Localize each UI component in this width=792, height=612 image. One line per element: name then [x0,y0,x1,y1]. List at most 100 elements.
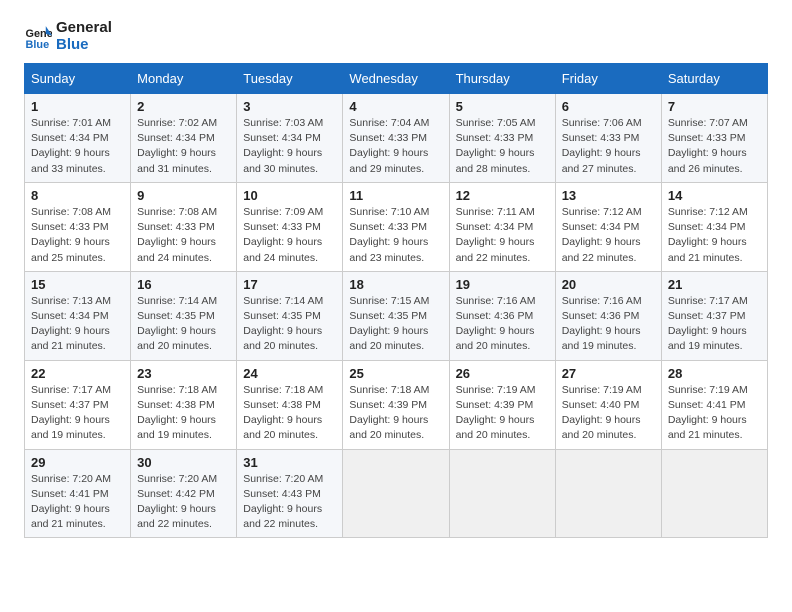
daylight-label: Daylight: 9 hours and 30 minutes. [243,147,322,174]
sunrise-label: Sunrise: 7:20 AM [243,473,323,485]
sunset-label: Sunset: 4:34 PM [31,132,109,144]
sunset-label: Sunset: 4:37 PM [31,399,109,411]
sunrise-label: Sunrise: 7:18 AM [349,384,429,396]
sunset-label: Sunset: 4:34 PM [562,221,640,233]
day-info: Sunrise: 7:08 AM Sunset: 4:33 PM Dayligh… [137,205,230,266]
day-info: Sunrise: 7:12 AM Sunset: 4:34 PM Dayligh… [668,205,761,266]
daylight-label: Daylight: 9 hours and 22 minutes. [137,503,216,530]
day-info: Sunrise: 7:10 AM Sunset: 4:33 PM Dayligh… [349,205,442,266]
day-info: Sunrise: 7:14 AM Sunset: 4:35 PM Dayligh… [137,294,230,355]
calendar-cell: 7 Sunrise: 7:07 AM Sunset: 4:33 PM Dayli… [661,94,767,183]
sunrise-label: Sunrise: 7:12 AM [668,206,748,218]
sunrise-label: Sunrise: 7:05 AM [456,117,536,129]
day-number: 28 [668,366,761,381]
day-info: Sunrise: 7:16 AM Sunset: 4:36 PM Dayligh… [562,294,655,355]
sunset-label: Sunset: 4:34 PM [137,132,215,144]
daylight-label: Daylight: 9 hours and 33 minutes. [31,147,110,174]
sunset-label: Sunset: 4:41 PM [31,488,109,500]
day-number: 20 [562,277,655,292]
day-number: 30 [137,455,230,470]
day-number: 19 [456,277,549,292]
day-number: 5 [456,99,549,114]
daylight-label: Daylight: 9 hours and 28 minutes. [456,147,535,174]
weekday-header-sunday: Sunday [25,64,131,94]
sunrise-label: Sunrise: 7:11 AM [456,206,535,218]
sunset-label: Sunset: 4:34 PM [31,310,109,322]
daylight-label: Daylight: 9 hours and 25 minutes. [31,236,110,263]
logo-line2: Blue [56,37,112,54]
calendar-cell: 1 Sunrise: 7:01 AM Sunset: 4:34 PM Dayli… [25,94,131,183]
day-number: 23 [137,366,230,381]
day-info: Sunrise: 7:19 AM Sunset: 4:40 PM Dayligh… [562,383,655,444]
day-number: 16 [137,277,230,292]
weekday-header-tuesday: Tuesday [237,64,343,94]
calendar-cell: 12 Sunrise: 7:11 AM Sunset: 4:34 PM Dayl… [449,182,555,271]
sunset-label: Sunset: 4:36 PM [456,310,534,322]
calendar-cell: 13 Sunrise: 7:12 AM Sunset: 4:34 PM Dayl… [555,182,661,271]
calendar-cell: 31 Sunrise: 7:20 AM Sunset: 4:43 PM Dayl… [237,449,343,538]
sunset-label: Sunset: 4:38 PM [243,399,321,411]
sunset-label: Sunset: 4:41 PM [668,399,746,411]
calendar-cell: 5 Sunrise: 7:05 AM Sunset: 4:33 PM Dayli… [449,94,555,183]
day-number: 12 [456,188,549,203]
sunrise-label: Sunrise: 7:20 AM [31,473,111,485]
day-number: 7 [668,99,761,114]
weekday-header-thursday: Thursday [449,64,555,94]
day-number: 31 [243,455,336,470]
day-number: 2 [137,99,230,114]
calendar-cell: 2 Sunrise: 7:02 AM Sunset: 4:34 PM Dayli… [131,94,237,183]
calendar-cell: 21 Sunrise: 7:17 AM Sunset: 4:37 PM Dayl… [661,271,767,360]
sunset-label: Sunset: 4:35 PM [137,310,215,322]
calendar-cell [343,449,449,538]
day-info: Sunrise: 7:08 AM Sunset: 4:33 PM Dayligh… [31,205,124,266]
daylight-label: Daylight: 9 hours and 24 minutes. [243,236,322,263]
sunrise-label: Sunrise: 7:16 AM [456,295,536,307]
day-number: 24 [243,366,336,381]
logo: General Blue General Blue [24,20,112,53]
daylight-label: Daylight: 9 hours and 21 minutes. [31,325,110,352]
calendar-cell: 25 Sunrise: 7:18 AM Sunset: 4:39 PM Dayl… [343,360,449,449]
calendar-cell: 20 Sunrise: 7:16 AM Sunset: 4:36 PM Dayl… [555,271,661,360]
calendar-cell: 14 Sunrise: 7:12 AM Sunset: 4:34 PM Dayl… [661,182,767,271]
sunrise-label: Sunrise: 7:15 AM [349,295,429,307]
day-number: 4 [349,99,442,114]
day-number: 18 [349,277,442,292]
weekday-header-friday: Friday [555,64,661,94]
sunset-label: Sunset: 4:33 PM [562,132,640,144]
daylight-label: Daylight: 9 hours and 20 minutes. [137,325,216,352]
day-number: 26 [456,366,549,381]
daylight-label: Daylight: 9 hours and 22 minutes. [562,236,641,263]
sunset-label: Sunset: 4:36 PM [562,310,640,322]
day-number: 15 [31,277,124,292]
calendar-cell: 30 Sunrise: 7:20 AM Sunset: 4:42 PM Dayl… [131,449,237,538]
sunrise-label: Sunrise: 7:08 AM [31,206,111,218]
daylight-label: Daylight: 9 hours and 19 minutes. [668,325,747,352]
sunrise-label: Sunrise: 7:01 AM [31,117,111,129]
sunset-label: Sunset: 4:38 PM [137,399,215,411]
calendar-cell [661,449,767,538]
page-header: General Blue General Blue [24,20,768,53]
sunrise-label: Sunrise: 7:14 AM [137,295,217,307]
sunrise-label: Sunrise: 7:17 AM [668,295,748,307]
day-info: Sunrise: 7:11 AM Sunset: 4:34 PM Dayligh… [456,205,549,266]
sunrise-label: Sunrise: 7:19 AM [562,384,642,396]
calendar-week-row: 15 Sunrise: 7:13 AM Sunset: 4:34 PM Dayl… [25,271,768,360]
calendar-cell [449,449,555,538]
day-info: Sunrise: 7:20 AM Sunset: 4:42 PM Dayligh… [137,472,230,533]
sunset-label: Sunset: 4:43 PM [243,488,321,500]
day-info: Sunrise: 7:20 AM Sunset: 4:41 PM Dayligh… [31,472,124,533]
day-number: 14 [668,188,761,203]
day-info: Sunrise: 7:01 AM Sunset: 4:34 PM Dayligh… [31,116,124,177]
calendar-table: SundayMondayTuesdayWednesdayThursdayFrid… [24,63,768,538]
sunrise-label: Sunrise: 7:04 AM [349,117,429,129]
weekday-header-monday: Monday [131,64,237,94]
calendar-cell: 10 Sunrise: 7:09 AM Sunset: 4:33 PM Dayl… [237,182,343,271]
day-number: 29 [31,455,124,470]
weekday-header-row: SundayMondayTuesdayWednesdayThursdayFrid… [25,64,768,94]
sunrise-label: Sunrise: 7:12 AM [562,206,642,218]
day-info: Sunrise: 7:16 AM Sunset: 4:36 PM Dayligh… [456,294,549,355]
sunrise-label: Sunrise: 7:10 AM [349,206,429,218]
sunrise-label: Sunrise: 7:14 AM [243,295,323,307]
sunrise-label: Sunrise: 7:13 AM [31,295,111,307]
day-number: 13 [562,188,655,203]
